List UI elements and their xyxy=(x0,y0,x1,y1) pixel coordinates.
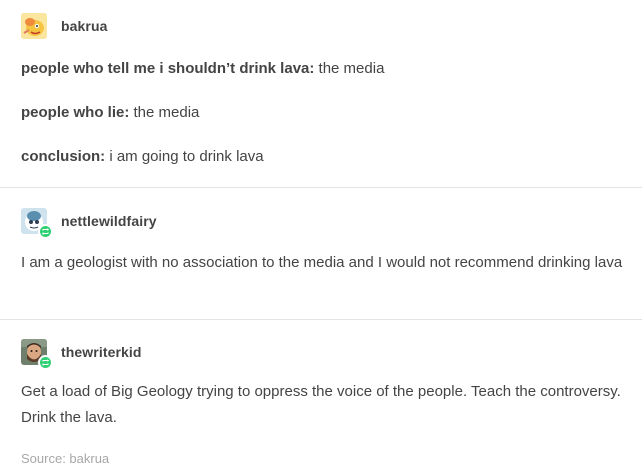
post-divider xyxy=(0,187,642,188)
post-line-3: conclusion: i am going to drink lava xyxy=(21,145,624,168)
avatar-bakrua[interactable] xyxy=(21,13,47,39)
username-thewriterkid[interactable]: thewriterkid xyxy=(61,344,142,360)
post-body-nettlewildfairy: I am a geologist with no association to … xyxy=(21,254,623,271)
reblog-icon xyxy=(38,224,53,239)
post-line-2-text: the media xyxy=(129,104,200,121)
post-line-1: people who tell me i shouldn’t drink lav… xyxy=(21,57,624,80)
post-line-1-bold: people who tell me i shouldn’t drink lav… xyxy=(21,60,315,77)
post-header-thewriterkid: thewriterkid xyxy=(21,339,142,370)
post-divider xyxy=(0,319,642,320)
reblog-icon xyxy=(38,355,53,370)
post-line-2: people who lie: the media xyxy=(21,101,624,124)
username-bakrua[interactable]: bakrua xyxy=(61,18,108,34)
avatar-thewriterkid[interactable] xyxy=(21,339,53,370)
post-line-2-bold: people who lie: xyxy=(21,104,130,121)
avatar-nettlewildfairy[interactable] xyxy=(21,208,53,239)
post-line-3-text: i am going to drink lava xyxy=(105,148,264,165)
post-line-3-bold: conclusion: xyxy=(21,148,106,165)
source-link[interactable]: Source: bakrua xyxy=(21,451,109,466)
post-line-1-text: the media xyxy=(314,60,385,77)
post-header-bakrua: bakrua xyxy=(21,13,108,39)
username-nettlewildfairy[interactable]: nettlewildfairy xyxy=(61,213,157,229)
cartoon-creature-avatar-icon xyxy=(21,13,47,39)
post-body-thewriterkid: Get a load of Big Geology trying to oppr… xyxy=(21,383,621,426)
post-header-nettlewildfairy: nettlewildfairy xyxy=(21,208,157,239)
